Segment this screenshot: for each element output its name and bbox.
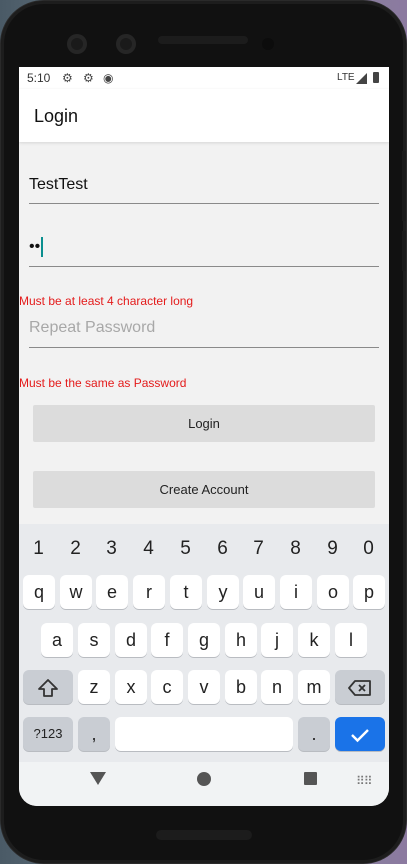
repeat-password-placeholder: Repeat Password <box>29 319 156 336</box>
keyboard-switch-icon[interactable]: ⠿⠿ <box>356 774 373 788</box>
key-j[interactable]: j <box>261 623 293 657</box>
backspace-key[interactable] <box>335 670 385 704</box>
sensor-icon <box>262 38 274 50</box>
home-icon[interactable] <box>197 772 211 786</box>
key-y[interactable]: y <box>207 575 239 609</box>
front-camera-icon <box>116 34 136 54</box>
key-p[interactable]: p <box>353 575 385 609</box>
power-button <box>402 231 406 271</box>
shift-key[interactable] <box>23 670 73 704</box>
key-a[interactable]: a <box>41 623 73 657</box>
key-8[interactable]: 8 <box>277 538 314 560</box>
key-5[interactable]: 5 <box>167 538 204 560</box>
backspace-icon <box>348 680 371 697</box>
key-w[interactable]: w <box>60 575 92 609</box>
key-1[interactable]: 1 <box>20 538 57 560</box>
key-4[interactable]: 4 <box>130 538 167 560</box>
key-o[interactable]: o <box>317 575 349 609</box>
checkmark-icon <box>351 729 369 743</box>
password-error: Must be at least 4 character long <box>19 294 194 308</box>
key-u[interactable]: u <box>243 575 275 609</box>
volume-button <box>402 151 406 221</box>
back-icon[interactable] <box>90 772 106 785</box>
password-field[interactable]: •• <box>29 233 379 267</box>
recents-icon[interactable] <box>304 772 317 785</box>
key-l[interactable]: l <box>335 623 367 657</box>
gear-icon: ⚙ <box>83 71 94 85</box>
username-field[interactable]: TestTest <box>29 172 379 204</box>
app-screen: 5:10 ⚙ ⚙ ◉ LTE Login TestTest •• Must be… <box>19 67 389 806</box>
navigation-bar: ⠿⠿ <box>19 762 389 806</box>
bottom-speaker <box>156 830 252 840</box>
key-3[interactable]: 3 <box>93 538 130 560</box>
key-h[interactable]: h <box>225 623 257 657</box>
key-x[interactable]: x <box>115 670 147 704</box>
key-k[interactable]: k <box>298 623 330 657</box>
key-e[interactable]: e <box>96 575 128 609</box>
period-key[interactable]: . <box>298 717 330 751</box>
key-g[interactable]: g <box>188 623 220 657</box>
key-0[interactable]: 0 <box>350 538 387 560</box>
enter-key[interactable] <box>335 717 385 751</box>
app-bar: Login <box>19 89 389 142</box>
device-frame: 5:10 ⚙ ⚙ ◉ LTE Login TestTest •• Must be… <box>0 0 407 864</box>
shift-icon <box>38 679 58 698</box>
text-cursor <box>41 237 44 257</box>
repeat-password-field[interactable]: Repeat Password <box>29 317 379 348</box>
create-account-button[interactable]: Create Account <box>33 471 375 508</box>
key-7[interactable]: 7 <box>240 538 277 560</box>
android-icon: ◉ <box>103 71 114 85</box>
battery-icon <box>373 72 379 83</box>
key-v[interactable]: v <box>188 670 220 704</box>
key-q[interactable]: q <box>23 575 55 609</box>
key-r[interactable]: r <box>133 575 165 609</box>
signal-icon <box>356 73 367 84</box>
key-z[interactable]: z <box>78 670 110 704</box>
key-f[interactable]: f <box>151 623 183 657</box>
key-d[interactable]: d <box>115 623 147 657</box>
key-c[interactable]: c <box>151 670 183 704</box>
status-time: 5:10 <box>27 71 51 85</box>
key-n[interactable]: n <box>261 670 293 704</box>
page-title: Login <box>34 106 79 126</box>
status-bar: 5:10 ⚙ ⚙ ◉ LTE <box>19 67 389 89</box>
key-6[interactable]: 6 <box>204 538 241 560</box>
login-button[interactable]: Login <box>33 405 375 442</box>
key-i[interactable]: i <box>280 575 312 609</box>
earpiece <box>158 36 248 44</box>
password-value: •• <box>29 237 44 257</box>
key-9[interactable]: 9 <box>314 538 351 560</box>
key-t[interactable]: t <box>170 575 202 609</box>
repeat-password-error: Must be the same as Password <box>19 376 187 390</box>
key-s[interactable]: s <box>78 623 110 657</box>
comma-key[interactable]: , <box>78 717 110 751</box>
gear-icon: ⚙ <box>62 71 73 85</box>
key-m[interactable]: m <box>298 670 330 704</box>
username-value: TestTest <box>29 176 88 193</box>
network-type: LTE <box>337 72 355 83</box>
key-2[interactable]: 2 <box>57 538 94 560</box>
key-b[interactable]: b <box>225 670 257 704</box>
front-camera-icon <box>67 34 87 54</box>
space-key[interactable] <box>115 717 293 751</box>
symbols-key[interactable]: ?123 <box>23 717 73 751</box>
soft-keyboard: 1 2 3 4 5 6 7 8 9 0 q w e r t y u i o p … <box>19 524 389 762</box>
